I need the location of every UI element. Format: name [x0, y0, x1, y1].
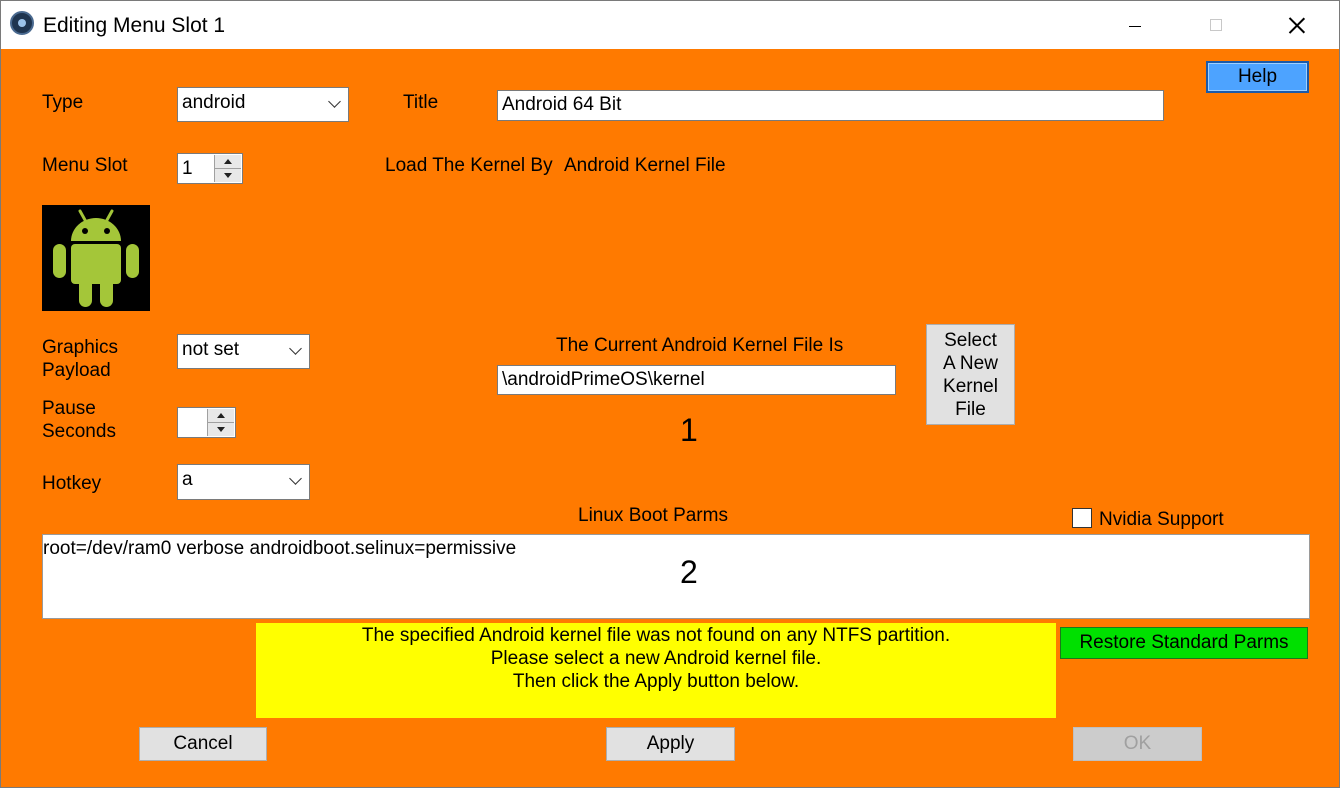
warning-line1: The specified Android kernel file was no… [361, 625, 951, 646]
hotkey-select-value: a [182, 469, 193, 490]
current-kernel-label: The Current Android Kernel File Is [556, 335, 844, 356]
graphics-payload-label: Graphics Payload [42, 336, 118, 382]
pause-label-line1: Pause [42, 398, 96, 419]
boot-parms-text: root=/dev/ram0 verbose androidboot.selin… [43, 538, 517, 559]
ok-button[interactable]: OK [1073, 727, 1202, 761]
dialog-window: Editing Menu Slot 1 Type android Title A… [0, 0, 1340, 788]
warning-message: The specified Android kernel file was no… [256, 623, 1056, 718]
load-kernel-label: Load The Kernel By [385, 155, 553, 176]
menu-slot-spin-buttons [214, 155, 241, 182]
cancel-button[interactable]: Cancel [139, 727, 267, 761]
minimize-icon [1129, 25, 1141, 27]
pause-seconds-stepper[interactable] [177, 407, 236, 438]
title-bar: Editing Menu Slot 1 [1, 1, 1339, 49]
chevron-down-icon [289, 342, 302, 355]
kernel-file-input[interactable]: \androidPrimeOS\kernel [497, 365, 896, 395]
graphics-payload-select[interactable]: not set [177, 334, 310, 369]
warning-line2: Please select a new Android kernel file. [490, 648, 822, 669]
spin-up-icon[interactable] [215, 155, 241, 169]
menu-slot-label: Menu Slot [42, 155, 128, 176]
select-kernel-line4: File [955, 398, 986, 420]
graphics-label-line1: Graphics [42, 337, 119, 358]
type-select-value: android [182, 92, 246, 113]
annotation-marker-1: 1 [680, 412, 698, 448]
close-button[interactable] [1257, 1, 1337, 49]
load-kernel-value: Android Kernel File [564, 155, 726, 176]
select-kernel-line3: Kernel [943, 375, 998, 397]
window-title: Editing Menu Slot 1 [43, 14, 226, 37]
spin-up-icon[interactable] [208, 409, 234, 423]
select-kernel-line1: Select [944, 329, 997, 351]
graphics-select-value: not set [182, 339, 240, 360]
close-icon [1289, 17, 1305, 33]
boot-parms-label: Linux Boot Parms [578, 505, 728, 526]
annotation-marker-2: 2 [680, 554, 698, 590]
maximize-button[interactable] [1176, 1, 1256, 49]
nvidia-support-checkbox[interactable] [1072, 508, 1092, 528]
os-icon-frame [42, 205, 150, 311]
pause-seconds-label: Pause Seconds [42, 397, 116, 443]
title-input[interactable]: Android 64 Bit [497, 90, 1164, 121]
select-kernel-file-button[interactable]: Select A New Kernel File [926, 324, 1015, 425]
title-label: Title [403, 92, 439, 113]
chevron-down-icon [289, 472, 302, 485]
menu-slot-stepper[interactable]: 1 [177, 153, 243, 184]
type-select[interactable]: android [177, 87, 349, 122]
help-button[interactable]: Help [1206, 61, 1309, 93]
chevron-down-icon [328, 95, 341, 108]
boot-parms-textarea[interactable]: root=/dev/ram0 verbose androidboot.selin… [42, 534, 1310, 619]
android-icon [53, 209, 139, 307]
pause-spin-buttons [207, 409, 234, 436]
graphics-label-line2: Payload [42, 360, 111, 381]
app-icon [10, 11, 34, 35]
minimize-button[interactable] [1095, 1, 1175, 49]
maximize-icon [1210, 19, 1222, 31]
menu-slot-value: 1 [182, 158, 193, 179]
hotkey-select[interactable]: a [177, 464, 310, 500]
type-label: Type [42, 92, 84, 113]
apply-button[interactable]: Apply [606, 727, 735, 761]
select-kernel-line2: A New [943, 352, 998, 374]
pause-label-line2: Seconds [42, 421, 116, 442]
spin-down-icon[interactable] [208, 423, 234, 437]
warning-line3: Then click the Apply button below. [512, 671, 800, 692]
spin-down-icon[interactable] [215, 169, 241, 183]
restore-standard-parms-button[interactable]: Restore Standard Parms [1060, 627, 1308, 659]
nvidia-support-label: Nvidia Support [1099, 509, 1224, 530]
hotkey-label: Hotkey [42, 473, 102, 494]
